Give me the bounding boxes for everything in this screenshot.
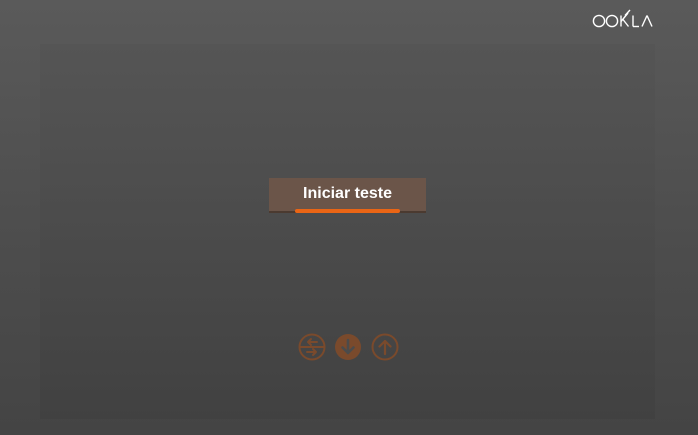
- start-test-button[interactable]: Iniciar teste: [269, 178, 426, 213]
- start-test-accent-bar: [295, 209, 400, 213]
- start-test-label: Iniciar teste: [303, 185, 392, 202]
- ookla-logo: OOKLA: [592, 9, 654, 29]
- speedtest-page: OOKLA Iniciar teste: [0, 0, 698, 435]
- upload-icon: [371, 333, 399, 361]
- ookla-logo-mark: [592, 9, 653, 28]
- download-icon: [334, 333, 362, 361]
- ping-icon: [298, 333, 326, 361]
- test-stage-icons: [298, 333, 402, 363]
